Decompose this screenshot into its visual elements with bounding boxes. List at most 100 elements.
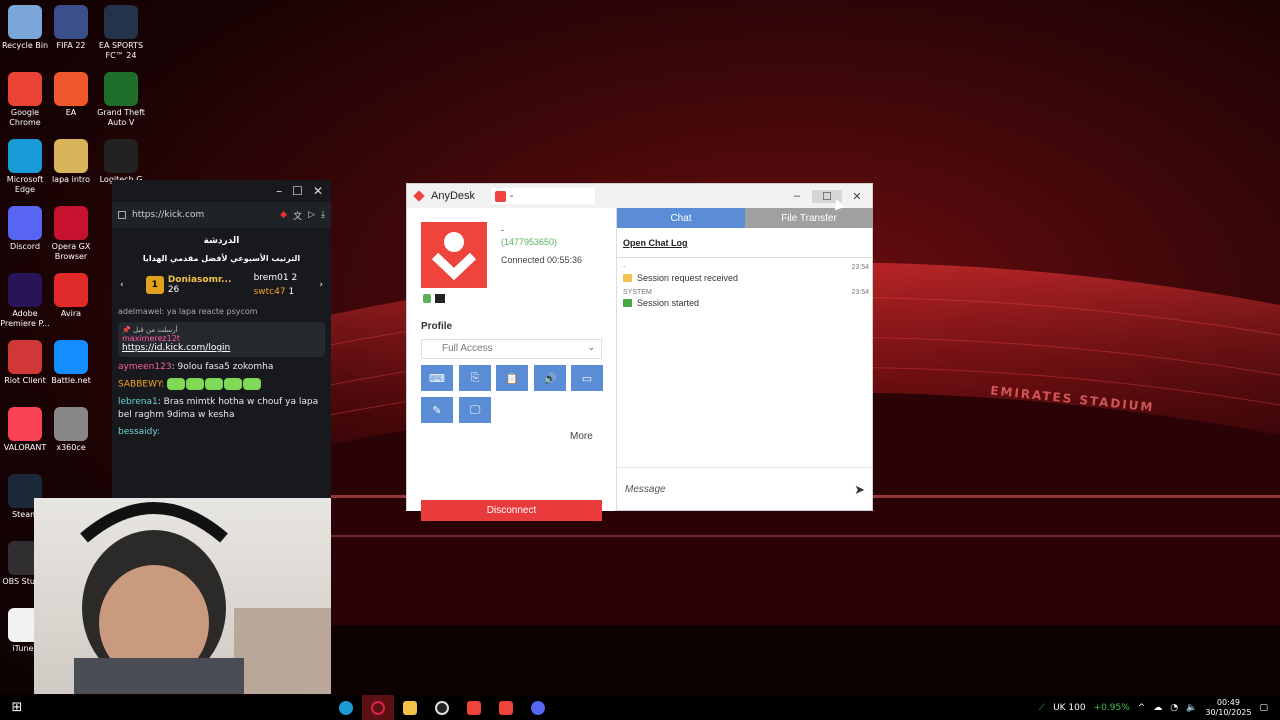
chat-text: : 9olou fasa5 zokomha (171, 362, 274, 372)
remote-avatar-icon (421, 222, 487, 288)
chat-message: adelmawel: ya lapa reacte psycom (118, 307, 258, 316)
entry-time: 23:54 (851, 289, 869, 296)
url-text[interactable]: https://kick.com (132, 210, 204, 220)
next-arrow-icon[interactable]: › (319, 280, 323, 290)
chat-message: lebrena1: Bras mimtk hotha w chouf ya la… (112, 394, 331, 424)
minimize-button[interactable]: – (276, 184, 282, 198)
profile-select[interactable]: Full Access ⌄ (421, 339, 602, 359)
opera-gx-icon (54, 206, 88, 240)
minimize-button[interactable]: – (782, 190, 812, 203)
connection-status: Connected 00:55:36 (501, 255, 583, 265)
riot-icon (8, 340, 42, 374)
chevron-down-icon: ⌄ (587, 342, 595, 352)
chevron-up-icon[interactable]: ^ (1138, 703, 1146, 713)
desktop-icon[interactable]: x360ce (42, 407, 100, 453)
remote-info: - (1477953650) Connected 00:55:36 (501, 224, 582, 266)
gamepad-icon (54, 407, 88, 441)
ticker-change: +0.95% (1093, 702, 1130, 713)
entry-sender: - (623, 264, 626, 271)
gifter-count: 1 (288, 287, 295, 297)
taskbar-obs[interactable] (426, 695, 458, 720)
session-tab-icon (495, 190, 507, 202)
desktop-icon[interactable]: Grand Theft Auto V (92, 72, 150, 128)
profile-label: Profile (421, 321, 453, 332)
gifter-count: 2 (291, 273, 298, 283)
wifi-icon[interactable]: ◔ (1170, 703, 1178, 713)
tab-file-transfer[interactable]: File Transfer (745, 208, 873, 228)
discord-icon (8, 206, 42, 240)
open-chat-log-link[interactable]: Open Chat Log (617, 228, 873, 258)
chat-entry: - 23:54 Session request received (617, 258, 873, 283)
chrome-icon (8, 72, 42, 106)
session-tab-label: - (510, 190, 514, 202)
send-icon[interactable]: ➤ (854, 482, 865, 498)
desktop-icon[interactable]: EA SPORTS FC™ 24 (92, 5, 150, 61)
ticker-name[interactable]: UK 100 (1053, 703, 1086, 713)
desktop-icon[interactable]: Battle.net (42, 340, 100, 386)
chat-message: bessaidy: (112, 424, 331, 441)
chat-username[interactable]: lebrena1 (118, 397, 158, 407)
keyboard-button[interactable]: ⌨ (421, 365, 453, 391)
sound-button[interactable]: 🔊 (534, 365, 566, 391)
desktop-icon[interactable]: Avira (42, 273, 100, 319)
chat-username[interactable]: aymeen123 (118, 362, 172, 372)
session-panel: - (1477953650) Connected 00:55:36 Profil… (407, 208, 615, 521)
screen-button[interactable]: ▭ (571, 365, 603, 391)
gifter-name: brem01 (253, 273, 289, 283)
taskbar-explorer[interactable] (394, 695, 426, 720)
entry-text: Session request received (637, 273, 739, 283)
pinned-by-text: أرسلت من قبل (132, 326, 178, 334)
play-icon[interactable]: ▷ (308, 210, 315, 220)
taskbar-opera[interactable] (362, 695, 394, 720)
chat-username[interactable]: SABBEWY: (118, 380, 164, 390)
clock[interactable]: 00:49 30/10/2025 (1205, 698, 1251, 718)
desktop-icon[interactable]: Logitech G (92, 139, 150, 185)
kick-url-bar[interactable]: https://kick.com ◆ 文 ▷ ⤓ (112, 202, 331, 228)
remote-name: - (501, 225, 504, 235)
check-icon (623, 299, 632, 307)
shield-icon[interactable]: ◆ (280, 210, 287, 220)
taskbar: ⊞ ⟋ UK 100 +0.95% ^ ☁ ◔ 🔈 00:49 30/10/20… (0, 695, 1280, 720)
system-tray: ⟋ UK 100 +0.95% ^ ☁ ◔ 🔈 00:49 30/10/2025… (1039, 698, 1280, 718)
session-tab[interactable]: - (491, 188, 596, 204)
taskbar-edge[interactable] (330, 695, 362, 720)
disconnect-button[interactable]: Disconnect (421, 500, 602, 521)
volume-icon[interactable]: 🔈 (1186, 703, 1197, 713)
taskbar-anydesk-2[interactable] (490, 695, 522, 720)
close-button[interactable]: ✕ (313, 184, 323, 198)
network-icon[interactable]: ☁ (1153, 703, 1162, 713)
message-input[interactable]: Message ➤ (617, 467, 873, 511)
pinned-by: 📌 أرسلت من قبل (122, 326, 321, 334)
tab-chat[interactable]: Chat (617, 208, 745, 228)
maximize-button[interactable]: ☐ (292, 184, 303, 198)
pinned-link[interactable]: https://id.kick.com/login (122, 343, 321, 353)
clipboard-button[interactable]: 📋 (496, 365, 528, 391)
download-icon[interactable]: ⤓ (321, 210, 325, 220)
clock-time: 00:49 (1216, 697, 1240, 707)
file-button[interactable]: ⎘ (459, 365, 491, 391)
chat-username[interactable]: bessaidy: (118, 427, 160, 437)
pinned-message[interactable]: 📌 أرسلت من قبل maximerez12t https://id.k… (118, 322, 325, 357)
close-button[interactable]: ✕ (842, 190, 872, 203)
edge-icon (8, 139, 42, 173)
desktop-icon-label: EA SPORTS FC™ 24 (98, 41, 144, 60)
chat-entry: SYSTEM 23:54 Session started (617, 283, 873, 308)
rank-badge: 1 (145, 276, 164, 294)
draw-button[interactable]: ✎ (421, 397, 453, 423)
fifa-icon (54, 5, 88, 39)
display-settings-button[interactable]: 🖵 (459, 397, 491, 423)
start-button[interactable]: ⊞ (0, 695, 34, 720)
notification-icon[interactable]: ▢ (1259, 703, 1268, 713)
gifter-name: swtc47 (253, 287, 286, 297)
desktop-icon[interactable]: Opera GX Browser (42, 206, 100, 262)
prev-arrow-icon[interactable]: ‹ (120, 280, 124, 290)
translate-icon[interactable]: 文 (293, 209, 302, 222)
kick-chat-window: – ☐ ✕ https://kick.com ◆ 文 ▷ ⤓ الدردشة ا… (112, 180, 331, 498)
taskbar-anydesk-1[interactable] (458, 695, 490, 720)
taskbar-discord[interactable] (522, 695, 554, 720)
more-button[interactable]: More (570, 431, 593, 442)
premiere-icon (8, 273, 42, 307)
desktop-icon-label: Avira (60, 309, 82, 318)
ea-fc-icon (104, 5, 138, 39)
pin-icon: 📌 (122, 326, 131, 334)
